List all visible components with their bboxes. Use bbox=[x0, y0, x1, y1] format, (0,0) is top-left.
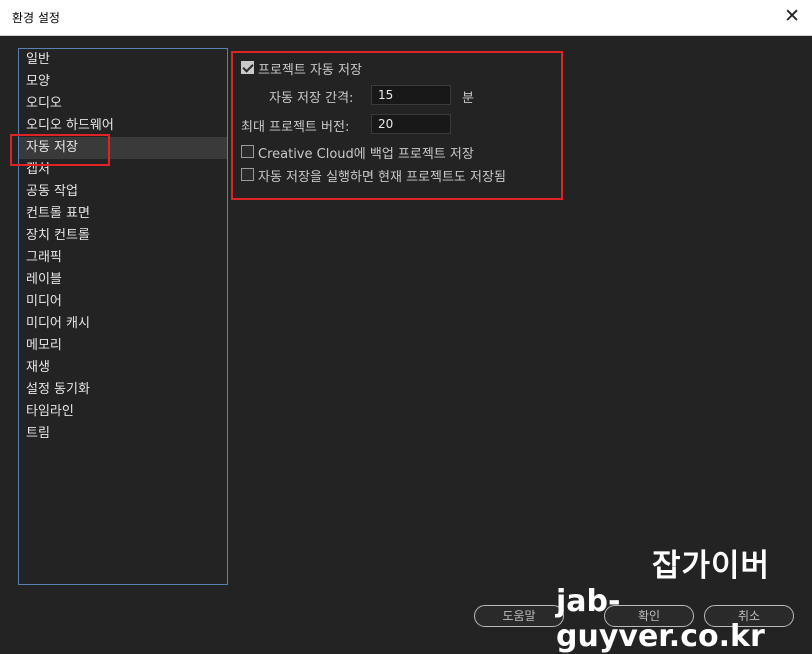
category-item[interactable]: 설정 동기화 bbox=[19, 379, 227, 401]
save-current-checkbox[interactable] bbox=[241, 168, 254, 181]
category-item[interactable]: 오디오 bbox=[19, 93, 227, 115]
category-item[interactable]: 공동 작업 bbox=[19, 181, 227, 203]
help-button[interactable]: 도움말 bbox=[474, 605, 564, 627]
category-item[interactable]: 미디어 bbox=[19, 291, 227, 313]
category-item[interactable]: 메모리 bbox=[19, 335, 227, 357]
autosave-projects-checkbox[interactable] bbox=[241, 61, 254, 74]
category-item[interactable]: 캡처 bbox=[19, 159, 227, 181]
watermark-url: jab-guyver.co.kr bbox=[556, 584, 765, 654]
title-bar: 환경 설정 ✕ bbox=[0, 0, 812, 36]
max-versions-input[interactable]: 20 bbox=[371, 114, 451, 134]
category-item[interactable]: 컨트롤 표면 bbox=[19, 203, 227, 225]
close-icon[interactable]: ✕ bbox=[784, 5, 800, 27]
backup-cc-checkbox[interactable] bbox=[241, 145, 254, 158]
category-list[interactable]: 일반 모양 오디오 오디오 하드웨어 자동 저장 캡처 공동 작업 컨트롤 표면 장치 컨트롤 그… bbox=[18, 48, 228, 585]
autosave-projects-label: 프로젝트 자동 저장 bbox=[258, 63, 362, 78]
autosave-interval-label: 자동 저장 간격: bbox=[269, 91, 354, 106]
autosave-interval-unit: 분 bbox=[462, 91, 474, 106]
watermark-title: 잡가이버 bbox=[652, 548, 771, 584]
category-item[interactable]: 미디어 캐시 bbox=[19, 313, 227, 335]
category-item[interactable]: 트림 bbox=[19, 423, 227, 445]
save-current-label: 자동 저장을 실행하면 현재 프로젝트도 저장됨 bbox=[258, 170, 506, 185]
backup-cc-label: Creative Cloud에 백업 프로젝트 저장 bbox=[258, 147, 474, 162]
autosave-interval-input[interactable]: 15 bbox=[371, 85, 451, 105]
category-item[interactable]: 재생 bbox=[19, 357, 227, 379]
category-item[interactable]: 일반 bbox=[19, 49, 227, 71]
category-item[interactable]: 오디오 하드웨어 bbox=[19, 115, 227, 137]
category-item[interactable]: 장치 컨트롤 bbox=[19, 225, 227, 247]
category-item[interactable]: 타임라인 bbox=[19, 401, 227, 423]
category-item[interactable]: 레이블 bbox=[19, 269, 227, 291]
max-versions-label: 최대 프로젝트 버전: bbox=[241, 120, 350, 135]
category-item[interactable]: 모양 bbox=[19, 71, 227, 93]
category-item[interactable]: 자동 저장 bbox=[19, 137, 227, 159]
category-item[interactable]: 그래픽 bbox=[19, 247, 227, 269]
window-title: 환경 설정 bbox=[12, 11, 60, 25]
